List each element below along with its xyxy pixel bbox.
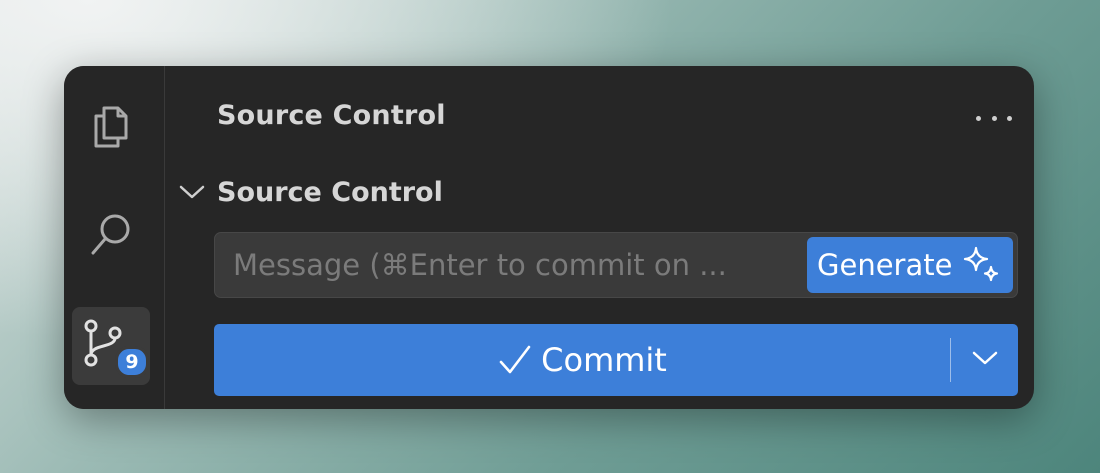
- commit-message-input[interactable]: [215, 233, 800, 297]
- chevron-down-icon: [177, 177, 207, 207]
- commit-button[interactable]: Commit: [214, 324, 1018, 396]
- source-control-window: 9 Source Control Source Control Generate: [64, 66, 1034, 409]
- commit-button-label: Commit: [541, 341, 667, 379]
- activity-item-source-control[interactable]: 9: [72, 307, 150, 385]
- commit-main-action[interactable]: Commit: [214, 324, 950, 396]
- generate-button[interactable]: Generate: [807, 237, 1013, 293]
- activity-item-search[interactable]: [72, 195, 150, 273]
- files-icon: [88, 102, 134, 152]
- ellipsis-icon[interactable]: [976, 108, 1012, 128]
- generate-button-label: Generate: [817, 248, 953, 282]
- source-control-panel: Source Control Source Control Generate: [165, 66, 1034, 409]
- chevron-down-icon: [971, 350, 999, 371]
- activity-item-explorer[interactable]: [72, 88, 150, 166]
- section-header[interactable]: Source Control: [177, 172, 443, 212]
- search-icon: [87, 209, 135, 259]
- activity-bar: 9: [64, 66, 165, 409]
- source-control-badge: 9: [115, 346, 149, 378]
- commit-message-box: Generate: [214, 232, 1018, 298]
- commit-dropdown-button[interactable]: [951, 324, 1018, 396]
- check-icon: [497, 343, 533, 377]
- sparkle-icon: [962, 245, 1002, 285]
- section-title: Source Control: [217, 176, 443, 208]
- panel-title: Source Control: [217, 100, 446, 131]
